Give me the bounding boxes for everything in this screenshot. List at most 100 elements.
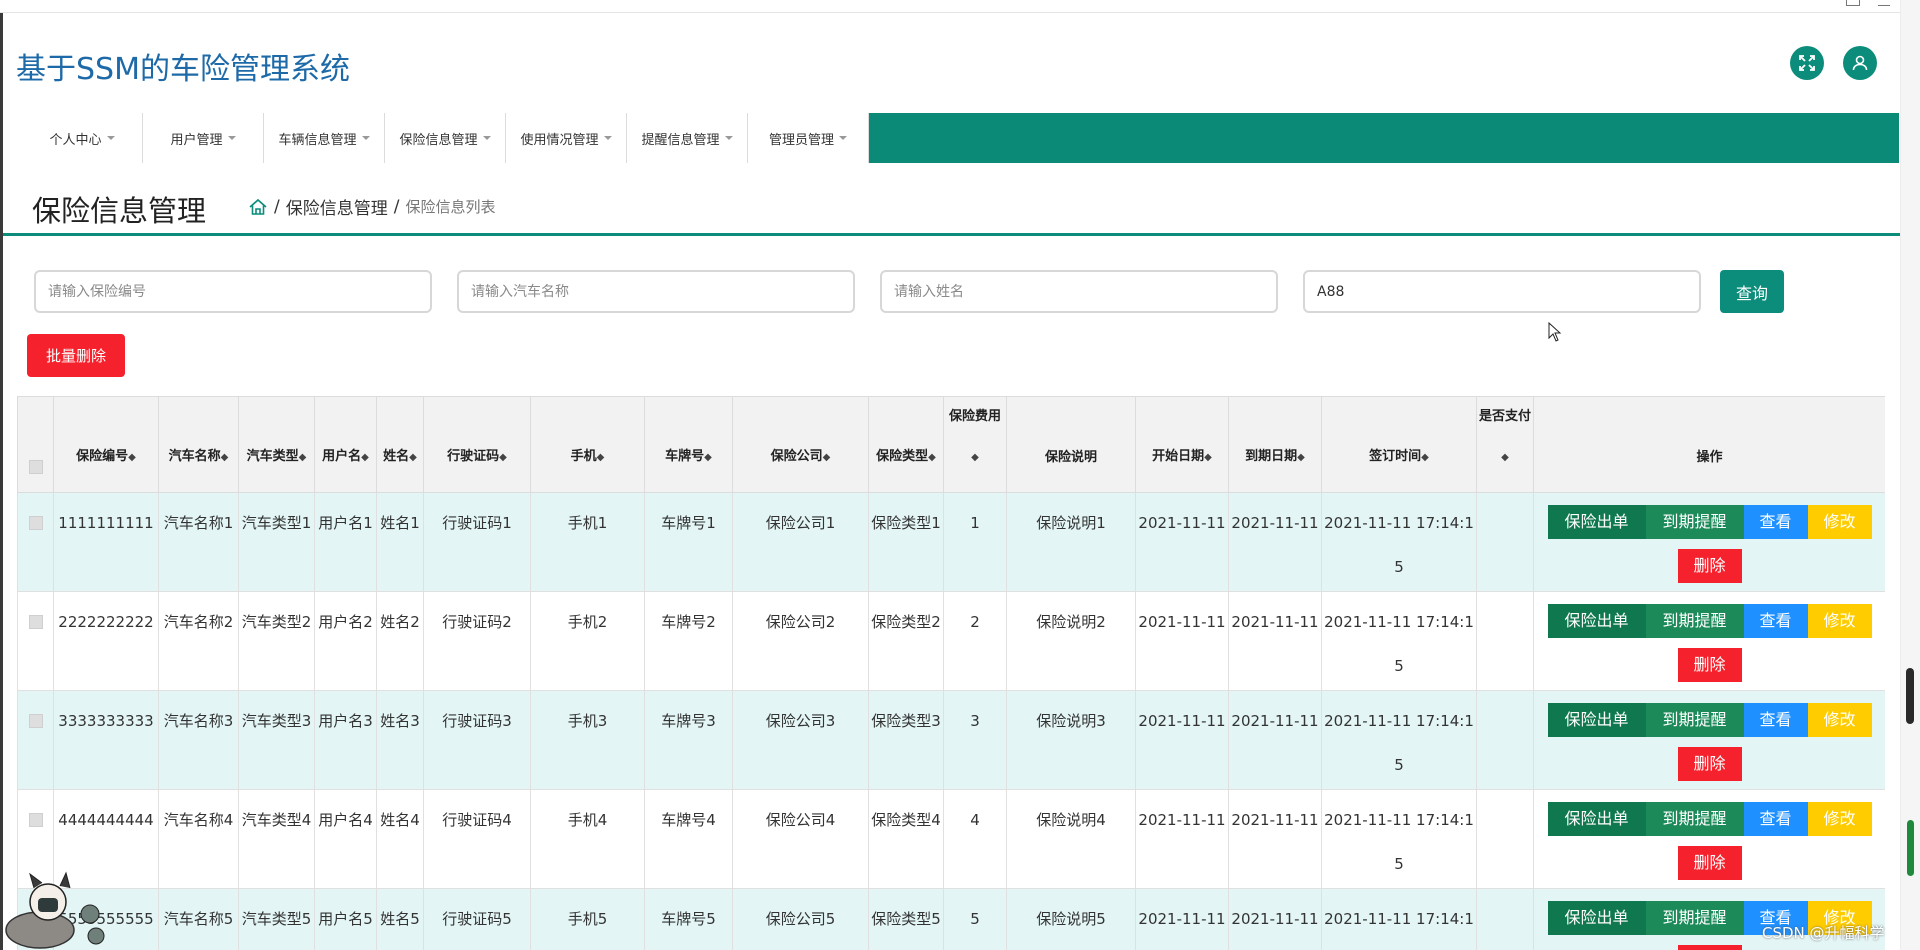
column-header[interactable]: 手机◆ xyxy=(530,396,645,493)
column-header[interactable]: 保险编号◆ xyxy=(53,396,159,493)
header-label: 保险说明 xyxy=(1044,450,1097,465)
edit-button[interactable]: 修改 xyxy=(1807,703,1872,737)
table-cell: 姓名3 xyxy=(376,690,424,790)
scrollbar-thumb[interactable] xyxy=(1906,668,1914,724)
expiry-remind-button[interactable]: 到期提醒 xyxy=(1645,703,1744,737)
user-button[interactable] xyxy=(1843,46,1877,80)
expiry-remind-button[interactable]: 到期提醒 xyxy=(1645,802,1744,836)
sort-icon[interactable]: ◆ xyxy=(499,452,507,463)
column-header[interactable]: 签订时间◆ xyxy=(1321,396,1477,493)
select-all-checkbox[interactable] xyxy=(28,460,43,474)
nav-label: 管理员管理 xyxy=(768,132,834,148)
sort-icon[interactable]: ◆ xyxy=(409,452,417,463)
chevron-down-icon xyxy=(839,136,847,140)
nav-item-insurance-management[interactable]: 保险信息管理 xyxy=(385,113,506,163)
table-cell: 用户名3 xyxy=(314,690,377,790)
table-cell: 行驶证码3 xyxy=(423,690,531,790)
sort-icon[interactable]: ◆ xyxy=(928,452,936,463)
sort-icon[interactable]: ◆ xyxy=(1421,452,1429,463)
issue-policy-button[interactable]: 保险出单 xyxy=(1547,802,1646,836)
nav-item-admin-management[interactable]: 管理员管理 xyxy=(748,113,869,163)
column-header[interactable]: 车牌号◆ xyxy=(644,396,733,493)
sort-icon[interactable]: ◆ xyxy=(704,452,712,463)
sort-icon[interactable]: ◆ xyxy=(823,452,831,463)
column-header[interactable]: 到期日期◆ xyxy=(1228,396,1322,493)
edit-button[interactable]: 修改 xyxy=(1807,604,1872,638)
column-header[interactable]: 行驶证码◆ xyxy=(423,396,531,493)
expiry-remind-button[interactable]: 到期提醒 xyxy=(1645,505,1744,539)
table-cell: 手机1 xyxy=(530,492,645,592)
chevron-down-icon xyxy=(227,136,236,140)
batch-delete-button[interactable]: 批量删除 xyxy=(27,334,125,377)
sort-icon[interactable]: ◆ xyxy=(1297,452,1305,463)
breadcrumb-section[interactable]: 保险信息管理 xyxy=(286,194,388,219)
expiry-remind-button[interactable]: 到期提醒 xyxy=(1645,604,1744,638)
sort-icon[interactable]: ◆ xyxy=(971,452,979,463)
nav-item-reminder-management[interactable]: 提醒信息管理 xyxy=(627,113,748,163)
car-name-input[interactable] xyxy=(457,270,855,313)
sort-icon[interactable]: ◆ xyxy=(128,452,136,463)
view-button[interactable]: 查看 xyxy=(1743,703,1808,737)
delete-button[interactable]: 删除 xyxy=(1677,648,1742,682)
sort-icon[interactable]: ◆ xyxy=(1204,452,1212,463)
fourth-search-input[interactable] xyxy=(1303,270,1701,313)
column-header[interactable]: 汽车名称◆ xyxy=(158,396,239,493)
table-cell: 汽车名称1 xyxy=(158,492,239,592)
table-cell: 用户名4 xyxy=(314,789,377,889)
home-icon[interactable] xyxy=(248,197,268,217)
column-header[interactable]: 汽车类型◆ xyxy=(238,396,315,493)
row-checkbox[interactable] xyxy=(28,615,43,629)
issue-policy-button[interactable]: 保险出单 xyxy=(1547,901,1646,935)
column-header[interactable]: 是否支付 ◆ xyxy=(1476,396,1534,493)
nav-item-vehicle-management[interactable]: 车辆信息管理 xyxy=(264,113,385,163)
name-input[interactable] xyxy=(880,270,1278,313)
watermark: CSDN @升幅科学 xyxy=(1762,924,1885,942)
column-header[interactable]: 保险公司◆ xyxy=(732,396,869,493)
expiry-remind-button[interactable]: 到期提醒 xyxy=(1645,901,1744,935)
table-cell xyxy=(1476,789,1534,889)
query-button[interactable]: 查询 xyxy=(1720,270,1784,313)
table-cell: 2021-11-11 17:14:15 xyxy=(1321,492,1477,592)
issue-policy-button[interactable]: 保险出单 xyxy=(1547,505,1646,539)
fullscreen-icon xyxy=(1799,55,1815,71)
vertical-scrollbar[interactable] xyxy=(1900,0,1920,950)
row-checkbox[interactable] xyxy=(28,813,43,827)
issue-policy-button[interactable]: 保险出单 xyxy=(1547,703,1646,737)
nav-item-personal-center[interactable]: 个人中心 xyxy=(22,113,143,163)
insurance-no-input[interactable] xyxy=(34,270,432,313)
row-checkbox[interactable] xyxy=(28,714,43,728)
breadcrumb-separator: / xyxy=(393,196,400,217)
delete-button[interactable]: 删除 xyxy=(1677,549,1742,583)
edit-button[interactable]: 修改 xyxy=(1807,505,1872,539)
sort-icon[interactable]: ◆ xyxy=(1501,452,1509,463)
chevron-down-icon xyxy=(106,136,115,140)
nav-label: 车辆信息管理 xyxy=(278,132,357,148)
row-checkbox[interactable] xyxy=(28,516,43,530)
column-header[interactable]: 保险费用 ◆ xyxy=(943,396,1007,493)
fullscreen-button[interactable] xyxy=(1790,46,1824,80)
sort-icon[interactable]: ◆ xyxy=(221,452,229,463)
minimize-icon[interactable] xyxy=(1878,0,1890,6)
scrollbar-thumb[interactable] xyxy=(1907,820,1914,876)
view-button[interactable]: 查看 xyxy=(1743,505,1808,539)
column-header[interactable]: 姓名◆ xyxy=(376,396,424,493)
column-header[interactable]: 用户名◆ xyxy=(314,396,377,493)
view-button[interactable]: 查看 xyxy=(1743,604,1808,638)
sort-icon[interactable]: ◆ xyxy=(299,452,307,463)
table-cell xyxy=(1476,888,1534,950)
delete-button[interactable]: 删除 xyxy=(1677,747,1742,781)
delete-button[interactable]: 删除 xyxy=(1677,945,1742,950)
edit-button[interactable]: 修改 xyxy=(1807,802,1872,836)
restore-icon[interactable] xyxy=(1846,0,1860,6)
nav-item-usage-management[interactable]: 使用情况管理 xyxy=(506,113,627,163)
table-cell: 保险公司3 xyxy=(732,690,869,790)
header-label: 操作 xyxy=(1696,450,1723,465)
column-header[interactable]: 保险类型◆ xyxy=(868,396,944,493)
delete-button[interactable]: 删除 xyxy=(1677,846,1742,880)
column-header[interactable]: 开始日期◆ xyxy=(1135,396,1229,493)
sort-icon[interactable]: ◆ xyxy=(597,452,605,463)
sort-icon[interactable]: ◆ xyxy=(361,452,369,463)
view-button[interactable]: 查看 xyxy=(1743,802,1808,836)
nav-item-user-management[interactable]: 用户管理 xyxy=(143,113,264,163)
issue-policy-button[interactable]: 保险出单 xyxy=(1547,604,1646,638)
